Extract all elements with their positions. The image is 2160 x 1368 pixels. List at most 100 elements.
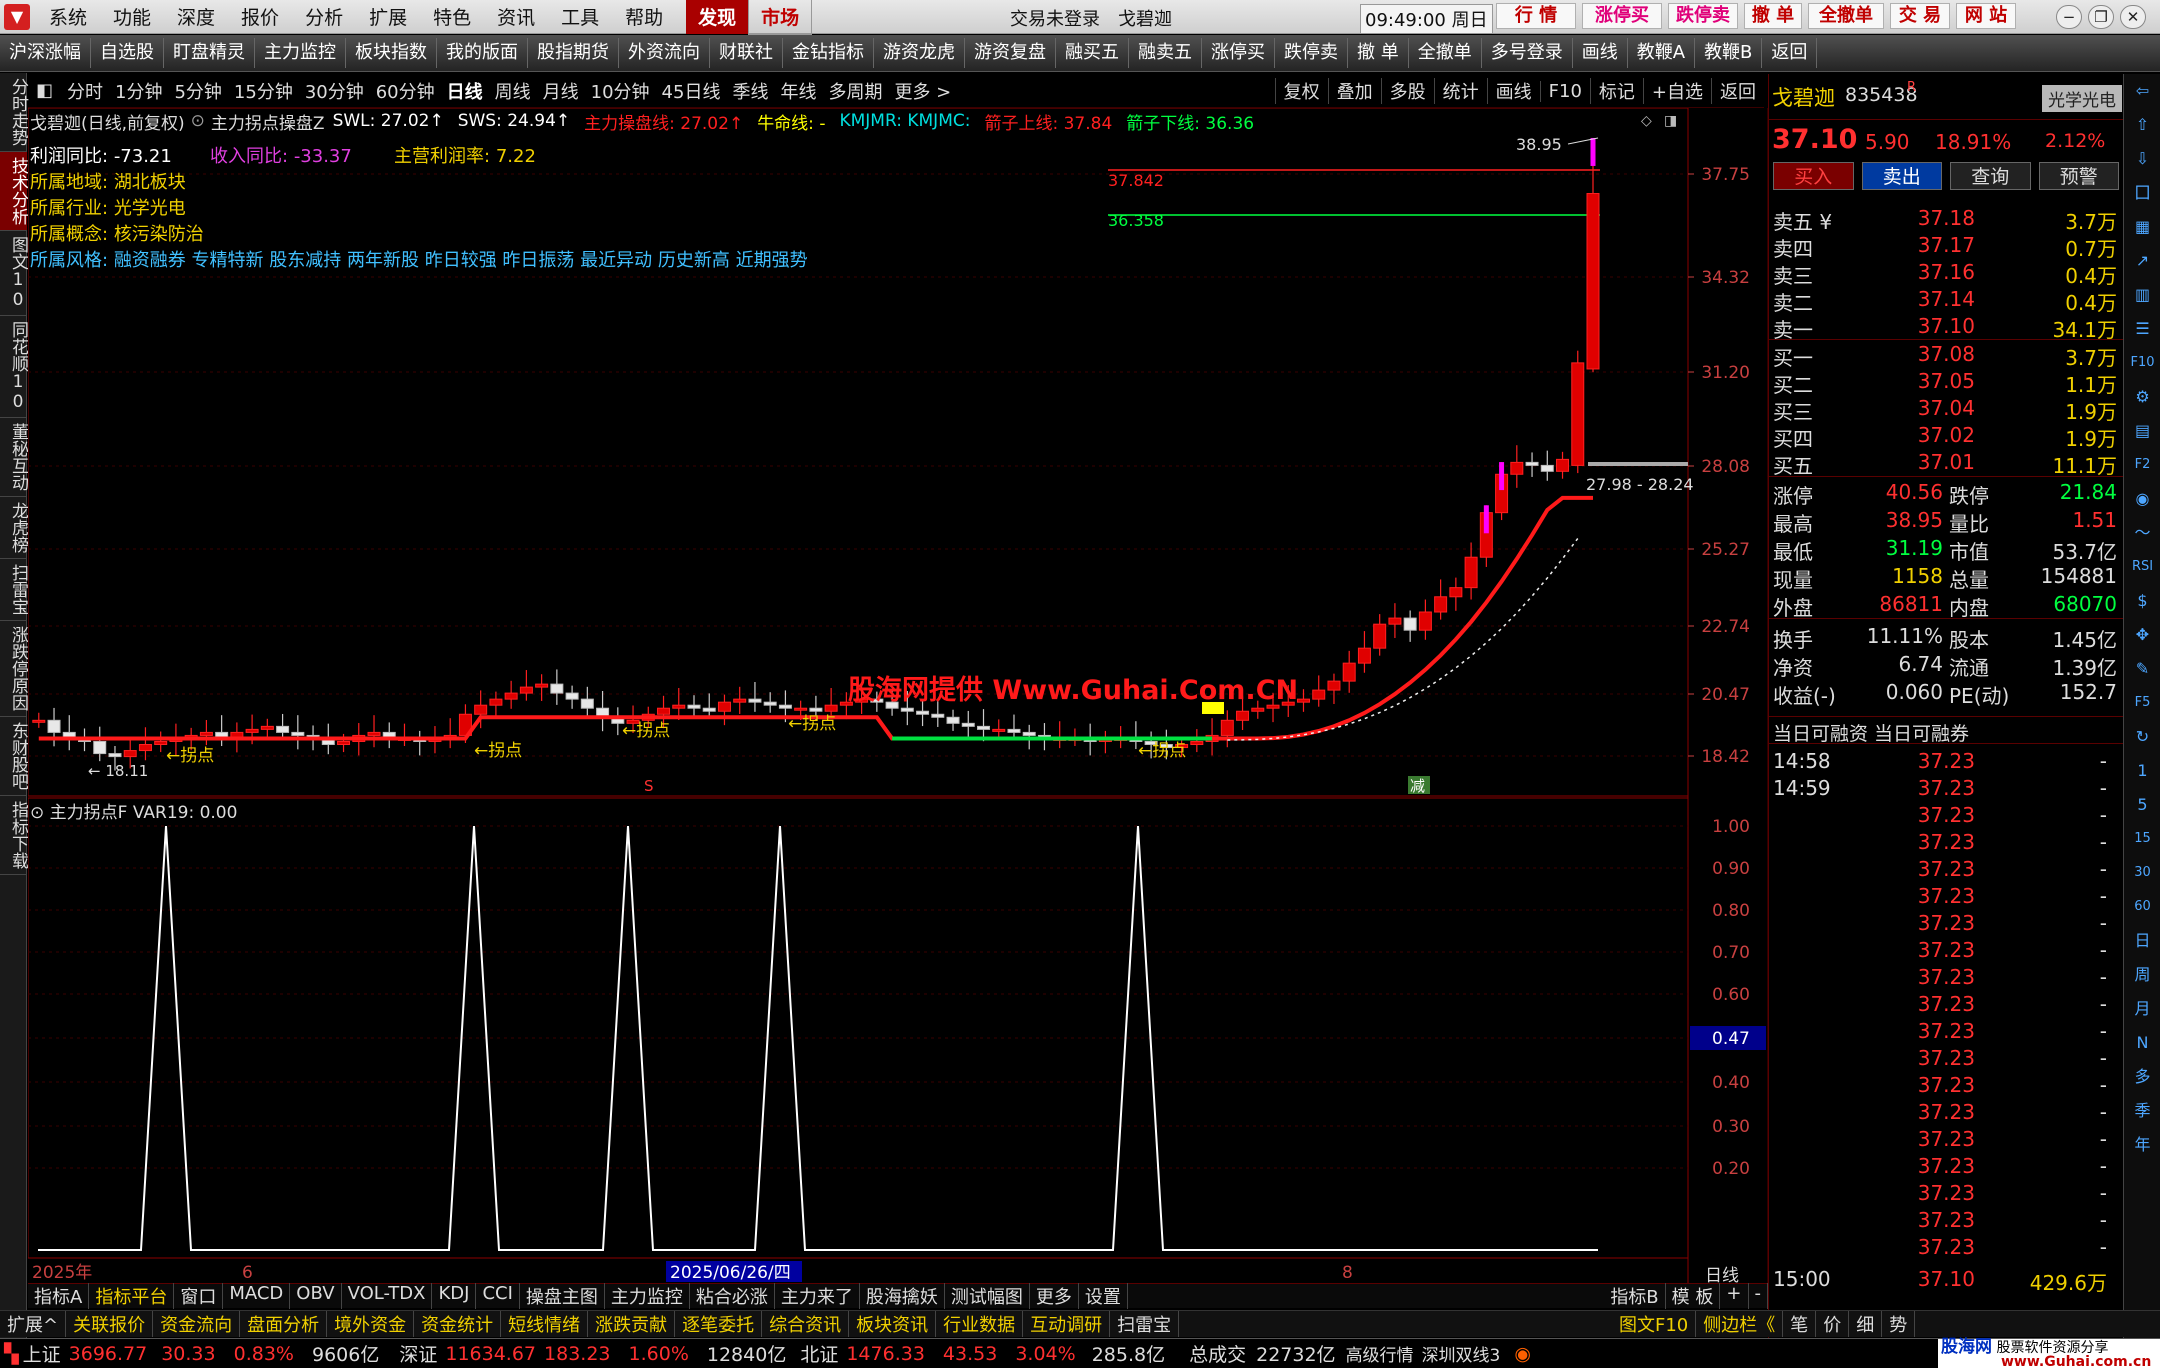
menu-item-2[interactable]: 深度 xyxy=(164,3,228,30)
side-icon-5[interactable]: ↗ xyxy=(2124,244,2160,278)
sidebar-item-0[interactable]: 分时走势 xyxy=(0,73,28,152)
side-icon-3[interactable]: 囗 xyxy=(2124,176,2160,210)
quick-button-1[interactable]: 涨停买 xyxy=(1582,3,1662,29)
quick-button-4[interactable]: 全撤单 xyxy=(1808,3,1884,29)
toolbar-button-19[interactable]: 画线 xyxy=(1573,38,1628,68)
period-tab-1[interactable]: 1分钟 xyxy=(109,78,168,104)
function-tab-2[interactable]: 资金流向 xyxy=(153,1311,241,1337)
menu-market[interactable]: 市场 xyxy=(748,0,813,35)
side-icon-16[interactable]: ✥ xyxy=(2124,618,2160,652)
indicator-tab-right-1[interactable]: 模 板 xyxy=(1666,1283,1721,1309)
toolbar-button-21[interactable]: 教鞭B xyxy=(1695,38,1763,68)
menu-item-4[interactable]: 分析 xyxy=(292,3,356,30)
sidebar-item-9[interactable]: 指标下载 xyxy=(0,796,28,875)
toolbar-button-6[interactable]: 股指期货 xyxy=(528,38,619,68)
function-tab-right-5[interactable]: 势 xyxy=(1882,1311,1916,1337)
side-icon-25[interactable]: 日 xyxy=(2124,924,2160,958)
function-tab-4[interactable]: 境外资金 xyxy=(327,1311,415,1337)
restore-icon[interactable]: ❐ xyxy=(2088,5,2114,29)
indicator-tab-right-2[interactable]: + xyxy=(1720,1283,1749,1309)
period-tab-7[interactable]: 周线 xyxy=(489,78,537,104)
side-icon-24[interactable]: 60 xyxy=(2124,890,2160,924)
quick-button-3[interactable]: 撤 单 xyxy=(1744,3,1802,29)
function-tab-13[interactable]: 扫雷宝 xyxy=(1110,1311,1180,1337)
indicator-name[interactable]: 主力拐点操盘Z xyxy=(211,109,325,134)
close-icon[interactable]: ✕ xyxy=(2120,5,2146,29)
sidebar-item-2[interactable]: 图文10 xyxy=(0,231,28,316)
sh-label[interactable]: 上证 xyxy=(23,1340,61,1367)
function-tab-right-4[interactable]: 细 xyxy=(1849,1311,1883,1337)
indicator-tab-2[interactable]: 窗口 xyxy=(174,1283,224,1309)
side-icon-8[interactable]: F10 xyxy=(2124,346,2160,380)
toolbar-button-15[interactable]: 跌停卖 xyxy=(1275,38,1348,68)
side-icon-0[interactable]: ⇦ xyxy=(2124,74,2160,108)
toolbar-button-11[interactable]: 游资复盘 xyxy=(965,38,1056,68)
toolbar-button-1[interactable]: 自选股 xyxy=(91,38,164,68)
side-icon-9[interactable]: ⚙ xyxy=(2124,380,2160,414)
indicator-tab-11[interactable]: 主力来了 xyxy=(775,1283,860,1309)
period-tab-4[interactable]: 30分钟 xyxy=(299,78,370,104)
menu-discover[interactable]: 发现 xyxy=(686,0,749,34)
bz-label[interactable]: 北证 xyxy=(800,1340,838,1367)
function-tab-3[interactable]: 盘面分析 xyxy=(240,1311,328,1337)
toolbar-button-13[interactable]: 融卖五 xyxy=(1129,38,1202,68)
side-icon-30[interactable]: 季 xyxy=(2124,1094,2160,1128)
indicator-toggle-icon[interactable]: ⊙ xyxy=(191,111,205,131)
toggle-icon[interactable]: ◧ xyxy=(28,80,61,101)
indicator-tab-8[interactable]: 操盘主图 xyxy=(520,1283,605,1309)
sidebar-item-4[interactable]: 董秘互动 xyxy=(0,418,28,497)
side-icon-11[interactable]: F2 xyxy=(2124,448,2160,482)
menu-item-0[interactable]: 系统 xyxy=(36,3,100,30)
toolbar-button-22[interactable]: 返回 xyxy=(1762,38,1818,68)
side-icon-26[interactable]: 周 xyxy=(2124,958,2160,992)
indicator-tab-right-3[interactable]: - xyxy=(1749,1283,1768,1309)
chart-tool-5[interactable]: F10 xyxy=(1539,80,1590,102)
quick-button-2[interactable]: 跌停卖 xyxy=(1668,3,1738,29)
period-tab-13[interactable]: 多周期 xyxy=(822,78,888,104)
indicator-tab-7[interactable]: CCI xyxy=(476,1283,520,1309)
sidebar-item-3[interactable]: 同花顺10 xyxy=(0,316,28,418)
chart-tool-4[interactable]: 画线 xyxy=(1486,78,1540,104)
indicator-tab-6[interactable]: KDJ xyxy=(432,1283,477,1309)
side-icon-7[interactable]: ☰ xyxy=(2124,312,2160,346)
toolbar-button-18[interactable]: 多号登录 xyxy=(1482,38,1573,68)
chart-tool-0[interactable]: 复权 xyxy=(1274,78,1328,104)
toolbar-button-4[interactable]: 板块指数 xyxy=(346,38,437,68)
function-tab-right-3[interactable]: 价 xyxy=(1816,1311,1850,1337)
period-tab-12[interactable]: 年线 xyxy=(774,78,822,104)
indicator-tab-right-0[interactable]: 指标B xyxy=(1604,1283,1666,1309)
side-icon-10[interactable]: ▤ xyxy=(2124,414,2160,448)
indicator-tab-3[interactable]: MACD xyxy=(223,1283,291,1309)
toolbar-button-16[interactable]: 撤 单 xyxy=(1348,38,1409,68)
toolbar-button-2[interactable]: 盯盘精灵 xyxy=(164,38,255,68)
function-tab-right-2[interactable]: 笔 xyxy=(1783,1311,1817,1337)
chart-tool-1[interactable]: 叠加 xyxy=(1327,78,1381,104)
side-icon-20[interactable]: 1 xyxy=(2124,754,2160,788)
sector-badge[interactable]: 光学光电 xyxy=(2042,85,2122,112)
menu-item-8[interactable]: 工具 xyxy=(548,3,612,30)
function-tab-12[interactable]: 互动调研 xyxy=(1023,1311,1111,1337)
period-tab-11[interactable]: 季线 xyxy=(726,78,774,104)
toolbar-button-7[interactable]: 外资流向 xyxy=(619,38,710,68)
quick-button-5[interactable]: 交 易 xyxy=(1890,3,1950,29)
indicator-tab-13[interactable]: 测试幅图 xyxy=(945,1283,1030,1309)
side-icon-4[interactable]: ▦ xyxy=(2124,210,2160,244)
function-tab-7[interactable]: 涨跌贡献 xyxy=(588,1311,676,1337)
menu-item-3[interactable]: 报价 xyxy=(228,3,292,30)
indicator-tab-12[interactable]: 股海擒妖 xyxy=(860,1283,945,1309)
period-tab-9[interactable]: 10分钟 xyxy=(585,78,656,104)
side-icon-2[interactable]: ⇩ xyxy=(2124,142,2160,176)
chart-tool-3[interactable]: 统计 xyxy=(1433,78,1487,104)
toolbar-button-17[interactable]: 全撤单 xyxy=(1409,38,1482,68)
period-tab-14[interactable]: 更多 > xyxy=(888,78,957,104)
toolbar-button-12[interactable]: 融买五 xyxy=(1056,38,1129,68)
quick-button-0[interactable]: 行 情 xyxy=(1496,3,1576,29)
quick-button-6[interactable]: 网 站 xyxy=(1956,3,2016,29)
chart-tool-2[interactable]: 多股 xyxy=(1380,78,1434,104)
indicator-tab-5[interactable]: VOL-TDX xyxy=(342,1283,433,1309)
side-icon-31[interactable]: 年 xyxy=(2124,1128,2160,1162)
menu-item-1[interactable]: 功能 xyxy=(100,3,164,30)
side-icon-23[interactable]: 30 xyxy=(2124,856,2160,890)
function-tab-5[interactable]: 资金统计 xyxy=(414,1311,502,1337)
period-tab-3[interactable]: 15分钟 xyxy=(228,78,299,104)
